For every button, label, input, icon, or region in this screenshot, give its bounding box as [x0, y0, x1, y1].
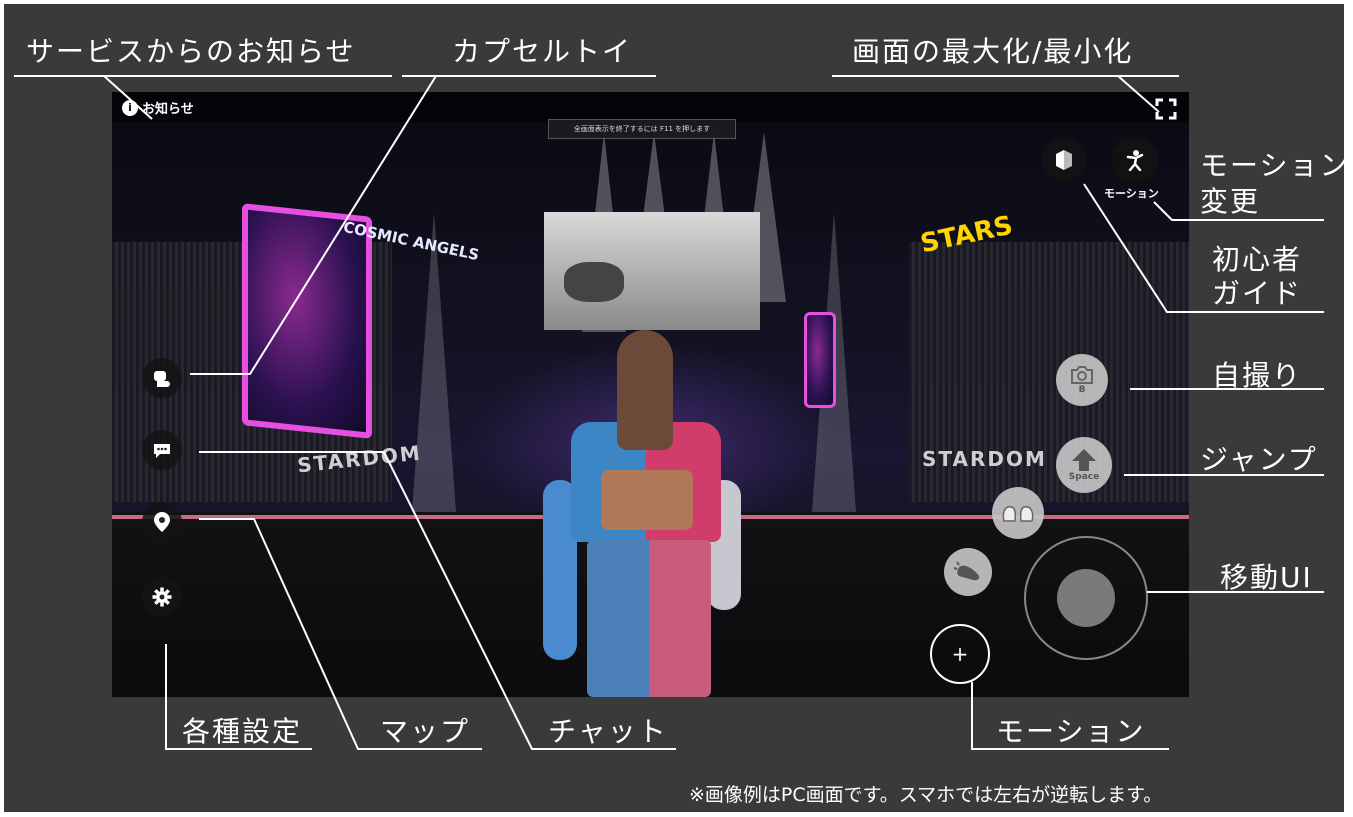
annotation-motion: モーション — [996, 715, 1146, 748]
motion-change-label: モーション — [1104, 187, 1159, 200]
clap-hands-icon — [1002, 506, 1034, 522]
capsule-toy-icon — [154, 371, 170, 387]
beginner-mark-icon — [1056, 150, 1072, 170]
motion-change-button[interactable] — [1112, 137, 1158, 183]
beginner-guide-button[interactable] — [1042, 137, 1086, 181]
annotation-motion-change-1: モーション — [1200, 149, 1344, 182]
map-button[interactable] — [142, 502, 182, 542]
annotation-jump: ジャンプ — [1200, 443, 1318, 476]
chat-button[interactable] — [142, 430, 182, 470]
info-icon: i — [122, 99, 138, 116]
side-panel — [804, 312, 836, 408]
add-motion-button[interactable]: + — [930, 624, 990, 684]
emote-button[interactable] — [992, 487, 1044, 539]
map-pin-icon — [154, 512, 170, 532]
screenshot-frame: COSMIC ANGELS STARS STARDOM STARDOM 全画面表… — [4, 4, 1344, 812]
logo-stardom-right: STARDOM — [922, 447, 1047, 471]
selfie-key-label: B — [1078, 385, 1086, 395]
selfie-button[interactable]: B — [1056, 354, 1108, 406]
news-label: お知らせ — [142, 102, 194, 117]
fullscreen-icon — [1155, 98, 1177, 120]
top-bar — [112, 92, 1189, 122]
annotation-fullscreen: 画面の最大化/最小化 — [852, 35, 1134, 68]
news-button[interactable]: i お知らせ — [122, 98, 194, 117]
gear-icon — [152, 587, 172, 607]
motion-button[interactable] — [944, 548, 992, 596]
annotation-settings: 各種設定 — [182, 715, 303, 748]
chat-bubble-icon — [154, 444, 170, 458]
stomp-foot-icon — [953, 561, 980, 581]
pose-icon — [1126, 150, 1144, 171]
footnote: ※画像例はPC画面です。スマホでは左右が逆転します。 — [689, 784, 1163, 806]
jump-key-label: Space — [1068, 472, 1100, 482]
up-arrow-icon — [1072, 449, 1096, 471]
avatar-back — [601, 470, 693, 530]
annotation-map: マップ — [380, 715, 471, 748]
jump-button[interactable]: Space — [1056, 437, 1112, 493]
game-viewport[interactable]: COSMIC ANGELS STARS STARDOM STARDOM 全画面表… — [112, 92, 1189, 697]
player-avatar — [543, 330, 741, 697]
avatar-skirt — [587, 540, 711, 697]
annotation-move-ui: 移動UI — [1220, 561, 1313, 594]
fullscreen-notice: 全画面表示を終了するには F11 を押します — [548, 119, 736, 139]
annotation-selfie: 自撮り — [1212, 359, 1303, 392]
camera-icon — [1071, 366, 1093, 384]
fullscreen-button[interactable] — [1155, 98, 1177, 120]
plus-icon: + — [951, 642, 969, 666]
annotation-service-notice: サービスからのお知らせ — [26, 35, 356, 68]
joystick-knob[interactable] — [1057, 569, 1115, 627]
movement-joystick[interactable] — [1024, 536, 1148, 660]
annotation-chat: チャット — [548, 715, 668, 748]
annotation-motion-change-2: 変更 — [1200, 185, 1261, 218]
settings-button[interactable] — [142, 577, 182, 617]
annotation-capsule-toy: カプセルトイ — [452, 35, 633, 68]
capsule-toy-button[interactable] — [142, 358, 182, 398]
capsule-toy-panel[interactable] — [242, 203, 372, 439]
avatar-hair — [617, 330, 673, 450]
arena-screen — [544, 212, 760, 330]
annotation-beginner-guide-2: ガイド — [1212, 277, 1303, 310]
